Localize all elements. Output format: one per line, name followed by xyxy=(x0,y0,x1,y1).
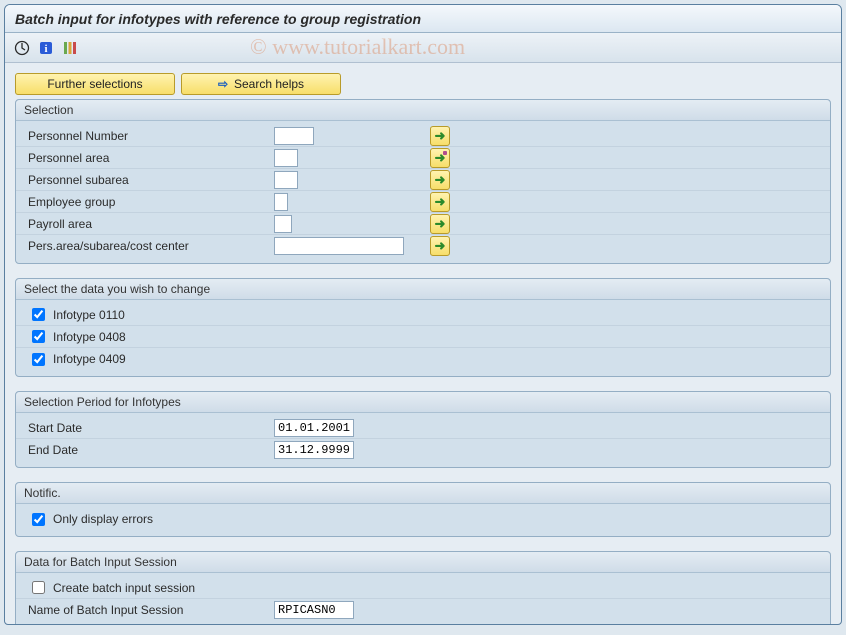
notific-panel: Notific. Only display errors xyxy=(15,482,831,537)
start-date-label: Start Date xyxy=(24,421,274,435)
info-icon[interactable]: i xyxy=(37,39,55,57)
period-header: Selection Period for Infotypes xyxy=(16,392,830,413)
pernr-label: Personnel Number xyxy=(24,129,274,143)
batch-name-input[interactable] xyxy=(274,601,354,619)
only-errors-label: Only display errors xyxy=(53,512,153,526)
create-batch-label: Create batch input session xyxy=(53,581,195,595)
egroup-multiselect-icon[interactable]: ➜ xyxy=(430,192,450,212)
infotype-0110-checkbox[interactable] xyxy=(32,308,45,321)
notific-header: Notific. xyxy=(16,483,830,504)
batch-panel: Data for Batch Input Session Create batc… xyxy=(15,551,831,625)
parea-label: Personnel area xyxy=(24,151,274,165)
start-date-input[interactable] xyxy=(274,419,354,437)
egroup-label: Employee group xyxy=(24,195,274,209)
end-date-label: End Date xyxy=(24,443,274,457)
selection-header: Selection xyxy=(16,100,830,121)
create-batch-checkbox[interactable] xyxy=(32,581,45,594)
only-errors-checkbox[interactable] xyxy=(32,513,45,526)
further-selections-button[interactable]: Further selections xyxy=(15,73,175,95)
infotype-0408-label: Infotype 0408 xyxy=(53,330,126,344)
variant-icon[interactable] xyxy=(61,39,79,57)
period-panel: Selection Period for Infotypes Start Dat… xyxy=(15,391,831,468)
app-toolbar: i xyxy=(5,33,841,63)
infotype-0409-label: Infotype 0409 xyxy=(53,352,126,366)
infotype-0110-label: Infotype 0110 xyxy=(53,308,125,322)
payroll-label: Payroll area xyxy=(24,217,274,231)
end-date-input[interactable] xyxy=(274,441,354,459)
search-helps-label: Search helps xyxy=(234,77,304,91)
parea-input[interactable] xyxy=(274,149,298,167)
batch-name-label: Name of Batch Input Session xyxy=(24,603,274,617)
execute-icon[interactable] xyxy=(13,39,31,57)
arrow-right-icon: ⇨ xyxy=(218,77,228,91)
selection-panel: Selection Personnel Number ➜ Personnel a… xyxy=(15,99,831,264)
search-helps-button[interactable]: ⇨ Search helps xyxy=(181,73,341,95)
change-header: Select the data you wish to change xyxy=(16,279,830,300)
further-selections-label: Further selections xyxy=(47,77,142,91)
infotype-0408-checkbox[interactable] xyxy=(32,330,45,343)
pernr-input[interactable] xyxy=(274,127,314,145)
page-title: Batch input for infotypes with reference… xyxy=(5,5,841,33)
parea-multiselect-icon[interactable]: ➜ xyxy=(430,148,450,168)
pasc-multiselect-icon[interactable]: ➜ xyxy=(430,236,450,256)
infotype-0409-checkbox[interactable] xyxy=(32,353,45,366)
change-panel: Select the data you wish to change Infot… xyxy=(15,278,831,377)
pasc-input[interactable] xyxy=(274,237,404,255)
psub-multiselect-icon[interactable]: ➜ xyxy=(430,170,450,190)
payroll-input[interactable] xyxy=(274,215,292,233)
pasc-label: Pers.area/subarea/cost center xyxy=(24,239,274,253)
psub-label: Personnel subarea xyxy=(24,173,274,187)
pernr-multiselect-icon[interactable]: ➜ xyxy=(430,126,450,146)
batch-header: Data for Batch Input Session xyxy=(16,552,830,573)
psub-input[interactable] xyxy=(274,171,298,189)
egroup-input[interactable] xyxy=(274,193,288,211)
svg-text:i: i xyxy=(44,43,47,55)
payroll-multiselect-icon[interactable]: ➜ xyxy=(430,214,450,234)
